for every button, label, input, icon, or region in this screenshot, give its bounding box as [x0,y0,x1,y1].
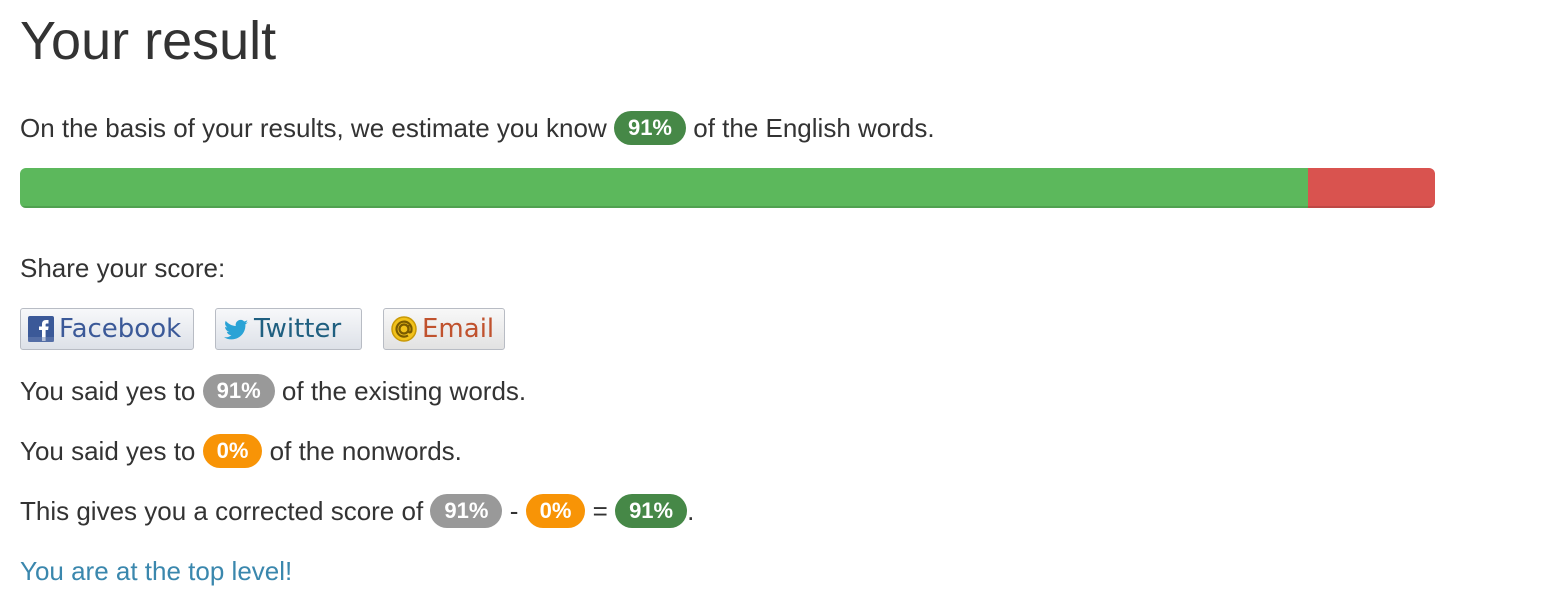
twitter-icon [222,315,250,343]
nonwords-text-before: You said yes to [20,436,196,466]
share-buttons: Facebook Twitter Email [20,308,505,350]
equals-sign: = [592,496,608,526]
progress-known-segment [20,168,1308,208]
nonwords-text-after: of the nonwords. [269,436,462,466]
twitter-label: Twitter [254,314,342,344]
vocabulary-progress-bar [20,168,1435,208]
page-title: Your result [20,11,277,71]
estimate-text-before: On the basis of your results, we estimat… [20,113,607,143]
nonwords-sentence: You said yes to 0% of the nonwords. [20,433,462,469]
facebook-label: Facebook [59,314,182,344]
existing-words-sentence: You said yes to 91% of the existing word… [20,373,526,409]
corrected-nonwords-badge: 0% [525,494,586,528]
estimate-text-after: of the English words. [693,113,935,143]
facebook-icon [27,315,55,343]
sentence-period: . [687,496,695,526]
email-share-button[interactable]: Email [383,308,505,350]
share-label: Share your score: [20,253,226,283]
corrected-score-sentence: This gives you a corrected score of 91% … [20,493,694,529]
existing-text-after: of the existing words. [281,376,527,406]
corrected-existing-badge: 91% [430,494,503,528]
estimate-percent-badge: 91% [613,111,686,145]
email-label: Email [422,314,495,344]
existing-text-before: You said yes to [20,376,196,406]
progress-unknown-segment [1307,168,1435,208]
corrected-text-before: This gives you a corrected score of [20,496,424,526]
minus-sign: - [509,496,519,526]
level-message: You are at the top level! [20,553,292,589]
facebook-share-button[interactable]: Facebook [20,308,194,350]
nonwords-percent-badge: 0% [202,434,263,468]
existing-percent-badge: 91% [202,374,275,408]
corrected-result-badge: 91% [615,494,688,528]
email-icon [390,315,418,343]
top-level-link[interactable]: You are at the top level! [20,556,292,586]
twitter-share-button[interactable]: Twitter [215,308,362,350]
estimate-sentence: On the basis of your results, we estimat… [20,110,935,146]
